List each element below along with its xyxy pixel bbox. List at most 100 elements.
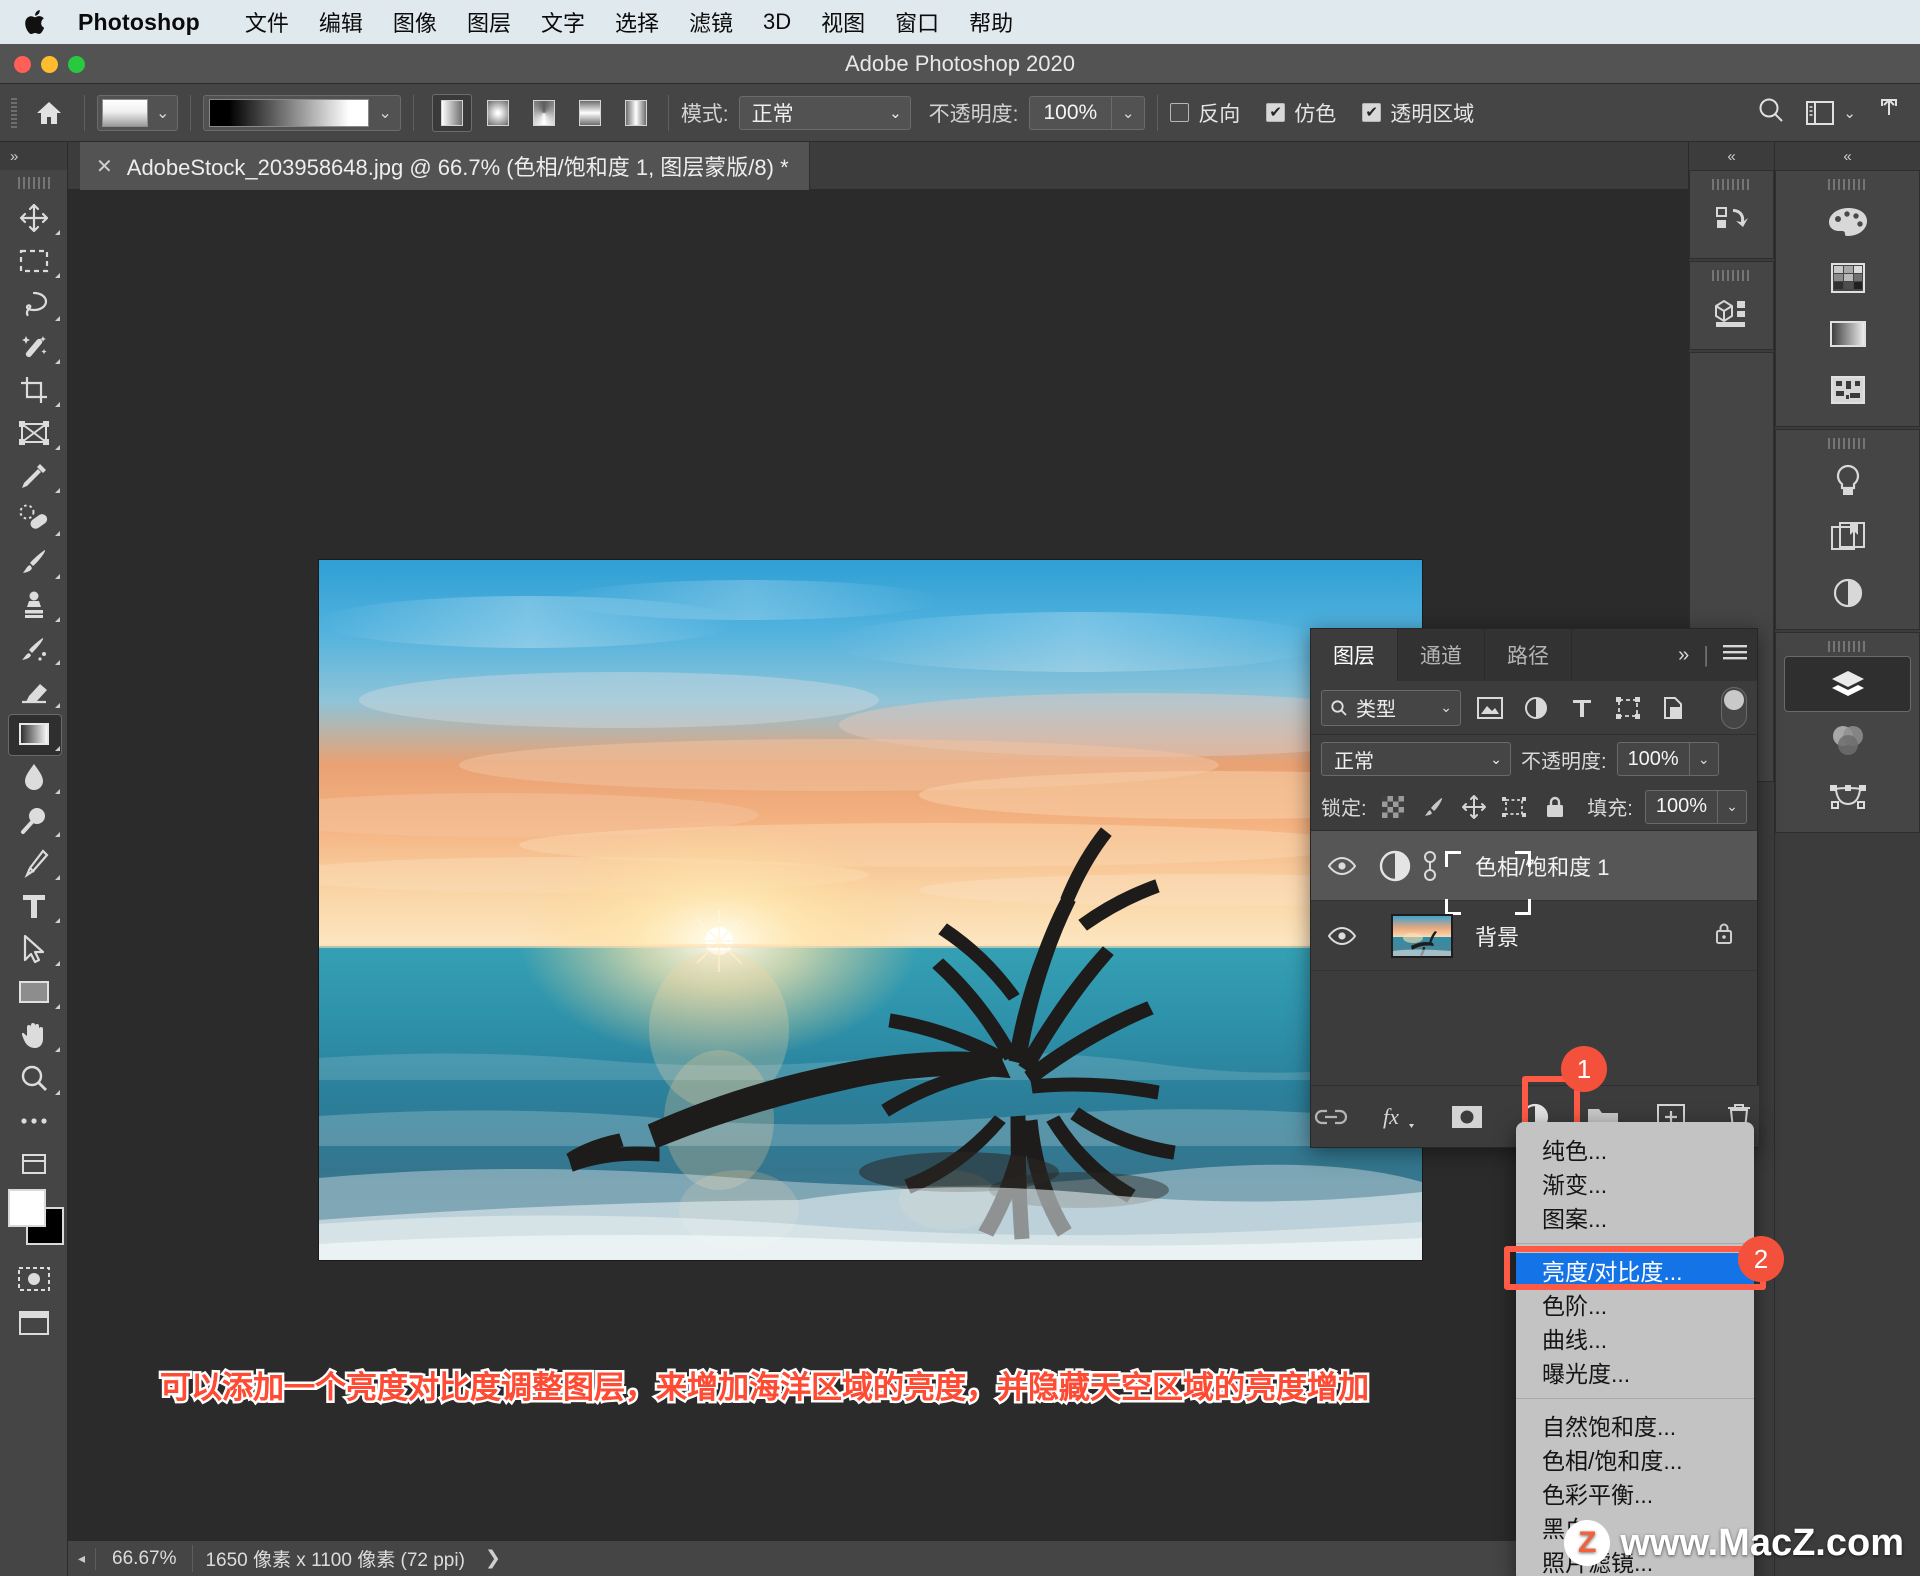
options-bar-grip[interactable] (8, 97, 22, 128)
tab-layers[interactable]: 图层 (1311, 629, 1398, 681)
paths-panel-icon[interactable] (1776, 768, 1919, 824)
chevron-double-left-icon[interactable]: « (1775, 142, 1920, 170)
chevron-double-right-icon[interactable]: » (1678, 644, 1689, 667)
patterns-icon[interactable] (1776, 362, 1919, 418)
filter-toggle[interactable] (1721, 686, 1747, 729)
gradient-preset-swatch[interactable]: ⌄ (97, 94, 179, 131)
mac-menu-file[interactable]: 文件 (230, 6, 304, 38)
toolbar-grip[interactable] (17, 174, 50, 192)
gradient-editor-swatch[interactable]: ⌄ (203, 94, 401, 131)
history-panel-icon[interactable] (1690, 194, 1773, 250)
move-tool[interactable] (0, 196, 68, 239)
lock-all-icon[interactable] (1541, 792, 1570, 822)
transparency-checkbox-group[interactable]: 透明区域 (1362, 98, 1474, 128)
mac-menu-3d[interactable]: 3D (748, 9, 806, 35)
chevron-double-left-icon[interactable]: « (1689, 142, 1774, 170)
layer-name[interactable]: 背景 (1475, 920, 1519, 952)
chevron-down-icon[interactable]: ⌄ (152, 103, 177, 123)
dither-checkbox[interactable] (1266, 103, 1286, 122)
filter-kind-select[interactable]: 类型 ⌄ (1321, 689, 1461, 726)
chevron-left-icon[interactable]: ◂ (68, 1550, 95, 1567)
lock-artboard-icon[interactable] (1500, 792, 1529, 822)
menu-item-gradient[interactable]: 渐变... (1516, 1166, 1754, 1200)
layer-thumbnail[interactable] (1391, 913, 1453, 958)
panel-grip[interactable] (1711, 267, 1752, 283)
foreground-color-swatch[interactable] (8, 1189, 46, 1227)
menu-item-color-balance[interactable]: 色彩平衡... (1516, 1476, 1754, 1510)
mac-menu-window[interactable]: 窗口 (880, 6, 954, 38)
menu-item-curves[interactable]: 曲线... (1516, 1321, 1754, 1355)
gradient-tool[interactable] (0, 712, 68, 756)
menu-item-pattern[interactable]: 图案... (1516, 1200, 1754, 1234)
add-layer-mask-button[interactable] (1447, 1097, 1487, 1137)
workspace-switcher[interactable]: ⌄ (1805, 100, 1856, 126)
reverse-checkbox-group[interactable]: 反向 (1170, 98, 1240, 128)
apple-logo-icon[interactable] (24, 7, 50, 37)
dodge-tool[interactable] (0, 798, 68, 841)
more-tools[interactable] (0, 1099, 68, 1142)
smart-object-filter-icon[interactable] (1657, 691, 1691, 725)
eyedropper-tool[interactable] (0, 454, 68, 497)
clone-stamp-tool[interactable] (0, 583, 68, 626)
layer-blend-mode-select[interactable]: 正常 ⌄ (1321, 742, 1511, 776)
layer-visibility-toggle[interactable] (1311, 856, 1373, 876)
adjustment-filter-icon[interactable] (1519, 691, 1553, 725)
edit-toolbar-button[interactable] (0, 1142, 68, 1185)
close-icon[interactable]: ✕ (96, 154, 113, 179)
layer-mask-thumbnail[interactable] (1445, 850, 1531, 915)
lock-image-pixels-icon[interactable] (1419, 792, 1448, 822)
mac-menu-select[interactable]: 选择 (600, 6, 674, 38)
transparency-checkbox[interactable] (1362, 103, 1382, 122)
layer-row-adjustment[interactable]: 色相/饱和度 1 (1311, 831, 1757, 915)
panel-grip[interactable] (1827, 638, 1868, 654)
layer-opacity-value[interactable]: 100% (1616, 742, 1689, 776)
layer-visibility-toggle[interactable] (1311, 926, 1373, 946)
chevron-right-icon[interactable]: ❯ (477, 1547, 501, 1570)
healing-brush-tool[interactable] (0, 497, 68, 540)
swatches-icon[interactable] (1776, 250, 1919, 306)
layer-opacity-chevron-down-icon[interactable]: ⌄ (1688, 742, 1719, 776)
channels-panel-icon[interactable] (1776, 712, 1919, 768)
chevron-down-icon[interactable]: ⌄ (374, 103, 399, 123)
screen-mode-button[interactable] (0, 1303, 68, 1347)
mac-menu-type[interactable]: 文字 (526, 6, 600, 38)
search-icon[interactable] (1755, 94, 1787, 131)
shape-filter-icon[interactable] (1611, 691, 1645, 725)
menu-item-exposure[interactable]: 曝光度... (1516, 1355, 1754, 1389)
reverse-checkbox[interactable] (1170, 103, 1190, 122)
fill-chevron-down-icon[interactable]: ⌄ (1717, 789, 1748, 824)
menu-item-brightness-contrast[interactable]: 亮度/对比度... (1516, 1253, 1754, 1287)
quick-selection-tool[interactable] (0, 325, 68, 368)
zoom-level[interactable]: 66.67% (95, 1547, 192, 1570)
canvas-image[interactable] (319, 560, 1422, 1260)
panel-grip[interactable] (1711, 176, 1752, 192)
lock-transparent-pixels-icon[interactable] (1379, 792, 1408, 822)
angle-gradient-button[interactable] (524, 94, 564, 132)
eraser-tool[interactable] (0, 669, 68, 712)
linear-gradient-button[interactable] (431, 93, 472, 132)
menu-item-hue-saturation[interactable]: 色相/饱和度... (1516, 1442, 1754, 1476)
document-tab[interactable]: ✕ AdobeStock_203958648.jpg @ 66.7% (色相/饱… (80, 142, 810, 190)
frame-tool[interactable] (0, 411, 68, 454)
opacity-chevron-down-icon[interactable]: ⌄ (1111, 95, 1146, 130)
mac-menu-view[interactable]: 视图 (806, 6, 880, 38)
zoom-tool[interactable] (0, 1056, 68, 1099)
mac-menu-edit[interactable]: 编辑 (304, 6, 378, 38)
layer-row-background[interactable]: 背景 (1311, 901, 1757, 971)
home-icon[interactable] (26, 93, 72, 133)
chevron-double-right-icon[interactable]: » (0, 142, 67, 170)
gradients-icon[interactable] (1776, 306, 1919, 362)
pen-tool[interactable] (0, 841, 68, 884)
fill-value[interactable]: 100% (1644, 789, 1718, 824)
type-filter-icon[interactable] (1565, 691, 1599, 725)
menu-item-vibrance[interactable]: 自然饱和度... (1516, 1408, 1754, 1442)
mac-menu-help[interactable]: 帮助 (954, 6, 1028, 38)
mac-menu-filter[interactable]: 滤镜 (674, 6, 748, 38)
layer-style-button[interactable]: fx (1379, 1097, 1419, 1137)
hue-saturation-icon[interactable] (1373, 844, 1417, 888)
mac-app-name[interactable]: Photoshop (78, 9, 200, 36)
lock-position-icon[interactable] (1460, 792, 1489, 822)
menu-item-solid-color[interactable]: 纯色... (1516, 1132, 1754, 1166)
history-brush-tool[interactable] (0, 626, 68, 669)
hamburger-menu-icon[interactable] (1723, 644, 1747, 667)
